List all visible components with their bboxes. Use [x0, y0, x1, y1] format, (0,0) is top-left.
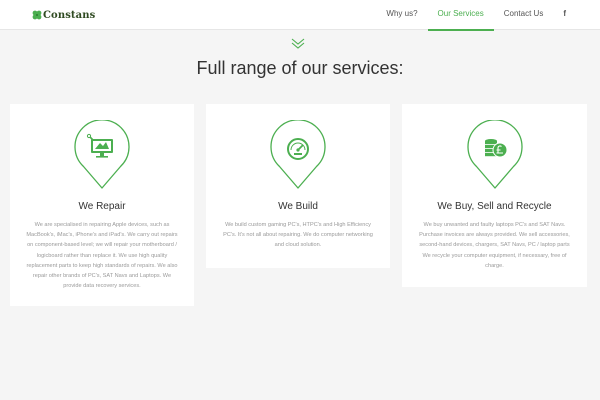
- facebook-icon[interactable]: f: [553, 0, 576, 30]
- service-icon-badge: [466, 119, 524, 190]
- main-nav: Why us? Our Services Contact Us f: [376, 0, 576, 31]
- nav-item-our-services[interactable]: Our Services: [427, 0, 494, 31]
- service-icon-badge: [73, 119, 131, 190]
- four-leaf-clover-icon: [32, 10, 42, 20]
- service-card-buy-sell-recycle: We Buy, Sell and Recycle We buy unwanted…: [402, 104, 587, 287]
- nav-item-contact-us[interactable]: Contact Us: [494, 0, 554, 30]
- service-icon-badge: [269, 119, 327, 190]
- chevron-down-icon: [291, 38, 305, 49]
- service-description: We are specialised in repairing Apple de…: [26, 222, 178, 290]
- brand-logo[interactable]: Constans: [32, 7, 95, 23]
- nav-item-why-us[interactable]: Why us?: [376, 0, 427, 30]
- service-card-repair: We Repair We are specialised in repairin…: [10, 104, 194, 306]
- service-title: We Repair: [78, 201, 126, 212]
- section-title: Full range of our services:: [196, 58, 404, 78]
- service-title: We Build: [278, 201, 318, 212]
- service-title: We Buy, Sell and Recycle: [437, 201, 552, 212]
- brand-name: Constans: [43, 9, 96, 21]
- top-navbar: Constans Why us? Our Services Contact Us…: [0, 0, 600, 31]
- service-description: We buy unwanted and faulty laptops PC's …: [419, 222, 570, 269]
- service-card-build: We Build We build custom gaming PC's, HT…: [206, 104, 390, 268]
- service-description: We build custom gaming PC's, HTPC's and …: [223, 222, 373, 249]
